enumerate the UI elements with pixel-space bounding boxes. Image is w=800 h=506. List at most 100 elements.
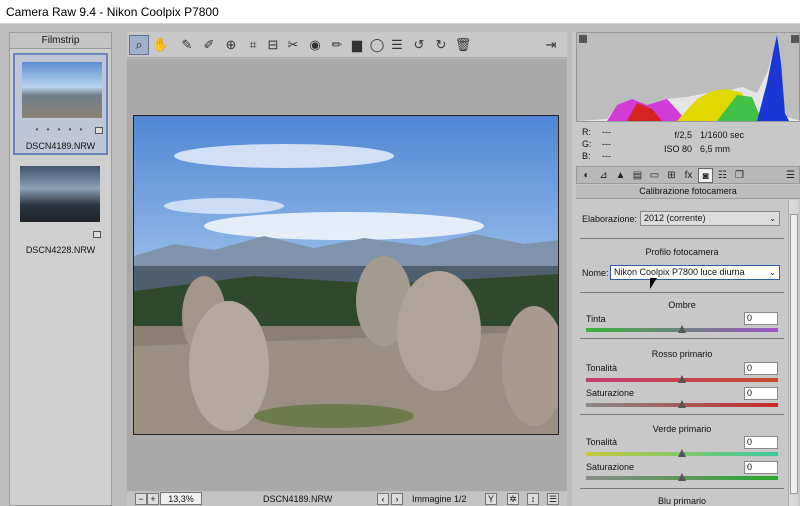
next-image-button[interactable]: ›: [391, 493, 403, 505]
red-saturation-slider[interactable]: [586, 400, 778, 408]
thumbnail-image: [22, 62, 102, 118]
divider: [580, 488, 784, 489]
red-saturation-input[interactable]: 0: [744, 387, 778, 400]
rotate-ccw-icon[interactable]: ↺: [409, 35, 429, 55]
exif-info: R: G: B: --- --- --- f/2,5 ISO 80 1/1600 sec 6…: [576, 124, 800, 164]
r-value: ---: [602, 127, 611, 137]
red-hue-label: Tonalità: [586, 363, 618, 373]
iso-value: ISO 80: [663, 144, 692, 154]
process-select[interactable]: 2012 (corrente) ⌄: [640, 211, 780, 226]
chevron-down-icon: ⌄: [769, 268, 776, 277]
divider: [580, 292, 784, 293]
target-adjustment-icon[interactable]: ⊕: [221, 35, 241, 55]
section-green-primary: Verde primario: [652, 424, 712, 434]
panel-tabs: ◐ ⊿ ▲ ▤ ▭ ⊞ fx ◙ ☷ ❐ ☰: [576, 166, 800, 184]
filmstrip-item-label: DSCN4228.NRW: [25, 245, 96, 255]
zoom-out-button[interactable]: −: [135, 493, 147, 505]
red-hue-slider[interactable]: [586, 375, 778, 383]
graduated-filter-icon[interactable]: ▆: [347, 35, 367, 55]
tint-input[interactable]: 0: [744, 312, 778, 325]
compare-icon[interactable]: ✲: [507, 493, 519, 505]
mouse-cursor: [650, 278, 657, 289]
filmstrip-panel: Filmstrip • • • • • DSCN4189.NRW DSCN422…: [9, 32, 112, 506]
camera-calibration-tab-icon[interactable]: ◙: [698, 168, 713, 183]
filmstrip-item-dscn4228[interactable]: DSCN4228.NRW: [13, 159, 108, 261]
profile-select[interactable]: Nikon Coolpix P7800 luce diurna ⌄: [610, 265, 780, 280]
status-bar: − + 13,3% DSCN4189.NRW ‹ › Immagine 1/2 …: [127, 492, 567, 506]
panel-divider[interactable]: [120, 32, 126, 506]
focal-length-value: 6,5 mm: [700, 144, 731, 154]
straighten-icon[interactable]: ⊟: [263, 35, 283, 55]
zoom-icon[interactable]: ⌕: [129, 35, 149, 55]
b-label: B:: [582, 151, 591, 161]
profile-value: Nikon Coolpix P7800 luce diurna: [614, 267, 745, 277]
edit-badge-icon: [93, 231, 101, 238]
g-label: G:: [582, 139, 592, 149]
scrollbar-thumb[interactable]: [790, 214, 798, 494]
effects-tab-icon[interactable]: fx: [681, 168, 696, 183]
split-toning-tab-icon[interactable]: ▭: [647, 168, 662, 183]
tool-bar: ⌕ ✋ ✎ ✐ ⊕ ⌗ ⊟ ✂ ◉ ✏ ▆ ◯ ☰ ↺ ↻ 🗑 ⇥: [127, 32, 567, 58]
panel-title: Calibrazione fotocamera: [576, 185, 800, 199]
thumbnail-image: [20, 166, 100, 222]
radial-filter-icon[interactable]: ◯: [367, 35, 387, 55]
section-red-primary: Rosso primario: [651, 349, 713, 359]
shutter-value: 1/1600 sec: [700, 130, 745, 140]
green-saturation-label: Saturazione: [586, 462, 635, 472]
red-saturation-label: Saturazione: [586, 388, 635, 398]
open-preferences-icon[interactable]: ⇥: [541, 35, 561, 55]
name-label: Nome:: [582, 268, 609, 278]
filmstrip-header: Filmstrip: [10, 33, 111, 49]
r-label: R:: [582, 127, 591, 137]
white-balance-icon[interactable]: ✎: [177, 35, 197, 55]
crop-icon[interactable]: ⌗: [243, 35, 263, 55]
green-saturation-slider[interactable]: [586, 473, 778, 481]
tone-curve-tab-icon[interactable]: ⊿: [596, 168, 611, 183]
shadow-clipping-icon: [579, 35, 587, 43]
red-eye-icon[interactable]: ◉: [305, 35, 325, 55]
section-shadows: Ombre: [668, 300, 696, 310]
hsl-tab-icon[interactable]: ▤: [630, 168, 645, 183]
tint-label: Tinta: [586, 314, 606, 324]
b-value: ---: [602, 151, 611, 161]
filter-icon[interactable]: Y: [485, 493, 497, 505]
list-icon[interactable]: ☰: [387, 35, 407, 55]
red-hue-input[interactable]: 0: [744, 362, 778, 375]
divider: [580, 414, 784, 415]
hand-icon[interactable]: ✋: [151, 35, 171, 55]
panel-menu-icon[interactable]: ☰: [783, 168, 798, 183]
section-blue-primary: Blu primario: [657, 496, 706, 506]
spot-removal-icon[interactable]: ✂: [283, 35, 303, 55]
slider-knob: [678, 400, 686, 408]
settings-icon[interactable]: ☰: [547, 493, 559, 505]
process-label: Elaborazione:: [582, 214, 638, 224]
trash-icon[interactable]: 🗑: [453, 35, 473, 55]
slider-knob: [678, 473, 686, 481]
adjustments-panel: R: G: B: --- --- --- f/2,5 ISO 80 1/1600 sec 6…: [572, 32, 800, 506]
green-saturation-input[interactable]: 0: [744, 461, 778, 474]
panel-scrollbar[interactable]: [788, 200, 798, 506]
previous-image-button[interactable]: ‹: [377, 493, 389, 505]
rating-stars[interactable]: • • • • •: [15, 125, 106, 134]
lens-tab-icon[interactable]: ⊞: [664, 168, 679, 183]
tint-slider[interactable]: [586, 325, 778, 333]
aperture-value: f/2,5: [674, 130, 692, 140]
slider-knob: [678, 325, 686, 333]
swap-icon[interactable]: ↕: [527, 493, 539, 505]
green-hue-slider[interactable]: [586, 449, 778, 457]
preview-image[interactable]: [133, 115, 559, 435]
snapshots-tab-icon[interactable]: ❐: [732, 168, 747, 183]
rotate-cw-icon[interactable]: ↻: [431, 35, 451, 55]
basic-tab-icon[interactable]: ◐: [579, 168, 594, 183]
highlight-clipping-icon: [791, 35, 799, 43]
zoom-in-button[interactable]: +: [147, 493, 159, 505]
presets-tab-icon[interactable]: ☷: [715, 168, 730, 183]
zoom-level[interactable]: 13,3%: [160, 492, 202, 505]
green-hue-input[interactable]: 0: [744, 436, 778, 449]
color-sampler-icon[interactable]: ✐: [199, 35, 219, 55]
detail-tab-icon[interactable]: ▲: [613, 168, 628, 183]
filmstrip-item-dscn4189[interactable]: • • • • • DSCN4189.NRW: [13, 53, 108, 155]
histogram: [576, 32, 800, 122]
adjustment-brush-icon[interactable]: ✏: [327, 35, 347, 55]
slider-knob: [678, 375, 686, 383]
